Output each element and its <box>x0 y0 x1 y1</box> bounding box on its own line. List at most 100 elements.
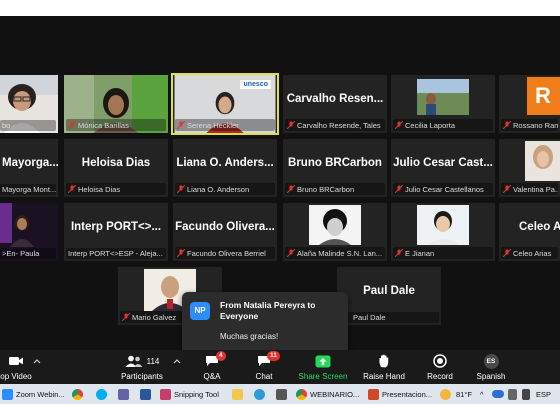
taskbar-presentation-label: Presentacion... <box>382 389 433 399</box>
muted-mic-icon <box>503 185 511 193</box>
qa-badge: 4 <box>216 351 226 361</box>
windows-taskbar: Zoom Webin... Snipping Tool WEBINARIO...… <box>0 384 560 404</box>
participant-tile[interactable]: Celeo A... Celeo Arias <box>499 203 560 261</box>
participant-tile[interactable]: >En- Paula <box>0 203 58 261</box>
record-icon <box>433 354 447 368</box>
word-icon[interactable] <box>140 387 154 401</box>
qa-label: Q&A <box>203 372 221 381</box>
record-button[interactable]: Record <box>420 353 460 381</box>
participants-count: 114 <box>146 356 160 366</box>
chrome-icon[interactable] <box>72 387 86 401</box>
muted-mic-icon <box>177 185 185 193</box>
muted-mic-icon <box>503 121 511 129</box>
language-interpretation-button[interactable]: ES Spanish <box>471 353 511 381</box>
weather-temperature: 81°F <box>456 389 472 399</box>
participants-button[interactable]: 114 Participants <box>116 353 168 381</box>
participant-tile[interactable]: Mayorga... Mayorga Mont... <box>0 139 58 197</box>
participant-name: Liana O. Anderson <box>175 183 275 195</box>
participant-tile[interactable]: Interp PORT<>... Interp PORT<>ESP - Alej… <box>64 203 168 261</box>
participant-name: Rossano Ramos <box>501 119 558 131</box>
participant-name: Bruno BRCarbon <box>285 183 385 195</box>
participant-name: Celeo Arias <box>501 247 558 259</box>
cloud-icon[interactable] <box>492 387 507 401</box>
video-options-caret[interactable] <box>32 353 42 369</box>
raise-hand-label: Raise Hand <box>363 372 405 381</box>
muted-mic-icon <box>177 121 185 129</box>
network-icon[interactable] <box>508 387 520 401</box>
participant-tile[interactable]: Alaña Malinde S.N. Lan... <box>283 203 387 261</box>
participants-options-caret[interactable] <box>172 353 182 369</box>
share-screen-icon <box>315 355 331 367</box>
taskbar-chrome-webinar[interactable]: WEBINARIO... <box>296 387 359 401</box>
participant-name: Cecilia Laporta <box>393 119 493 131</box>
participant-name: Julio Cesar Castellanos <box>393 183 493 195</box>
participants-icon <box>125 355 143 367</box>
taskbar-powerpoint[interactable]: Presentacion... <box>368 387 432 401</box>
muted-mic-icon <box>503 249 511 257</box>
system-tray-chevron-icon[interactable]: ^ <box>480 387 484 401</box>
participant-tile[interactable]: Carvalho Resen... Carvalho Resende, Tale… <box>283 75 387 133</box>
powerpoint-icon <box>368 388 379 400</box>
participant-name: Mayorga Mont... <box>0 184 56 195</box>
chat-notification[interactable]: NP From Natalia Pereyra to Everyone Much… <box>182 292 348 354</box>
teams-icon[interactable] <box>118 387 132 401</box>
chrome-icon <box>296 388 307 400</box>
participant-tile[interactable]: Valentina Pa... <box>499 139 560 197</box>
participant-tile[interactable]: Heloisa Dias Heloisa Dias <box>64 139 168 197</box>
participant-display-name: Facundo Olivera... <box>175 221 275 233</box>
participant-name: bo <box>0 120 56 131</box>
video-camera-icon <box>9 357 23 365</box>
language-label: Spanish <box>476 372 506 381</box>
chat-button[interactable]: 11 Chat <box>248 351 280 381</box>
weather-icon[interactable] <box>440 387 454 401</box>
participant-tile[interactable]: Cecilia Laporta <box>391 75 495 133</box>
muted-mic-icon <box>395 121 403 129</box>
participant-tile[interactable]: Bruno BRCarbon Bruno BRCarbon <box>283 139 387 197</box>
participant-tile[interactable]: Julio Cesar Cast... Julio Cesar Castella… <box>391 139 495 197</box>
raise-hand-icon <box>379 354 389 368</box>
share-screen-label: Share Screen <box>298 372 348 381</box>
taskbar-snipping-tool[interactable]: Snipping Tool <box>160 387 219 401</box>
participant-name: E Jianan <box>393 247 493 259</box>
muted-mic-icon <box>395 249 403 257</box>
participant-tile[interactable]: E Jianan <box>391 203 495 261</box>
zoom-app-icon <box>2 388 13 400</box>
participant-name: Facundo Olivera Berriel <box>175 247 275 259</box>
input-language[interactable]: ESP <box>536 387 551 401</box>
file-explorer-icon[interactable] <box>232 387 246 401</box>
participant-display-name: Interp PORT<>... <box>70 221 162 233</box>
taskbar-webinar-label: WEBINARIO... <box>310 389 360 399</box>
participant-name: Serena Heckler <box>175 119 275 131</box>
participant-display-name: Heloisa Dias <box>81 157 151 169</box>
participant-name: Paul Dale <box>339 312 439 323</box>
stop-video-button[interactable]: op Video <box>0 353 36 381</box>
volume-icon[interactable] <box>522 387 533 401</box>
participant-tile[interactable]: Mónica Barillas <box>64 75 168 133</box>
muted-mic-icon <box>68 185 76 193</box>
active-speaker-tile[interactable]: unesco Serena Heckler <box>171 73 279 135</box>
chevron-up-icon <box>33 359 41 364</box>
participant-tile[interactable]: bo <box>0 75 58 133</box>
raise-hand-button[interactable]: Raise Hand <box>360 353 408 381</box>
store-icon[interactable] <box>276 387 290 401</box>
participant-tile[interactable]: Facundo Olivera... Facundo Olivera Berri… <box>173 203 277 261</box>
record-label: Record <box>427 372 453 381</box>
participant-name: Heloisa Dias <box>66 183 166 195</box>
share-screen-button[interactable]: Share Screen <box>296 353 350 381</box>
skype-icon[interactable] <box>96 387 110 401</box>
participant-tile[interactable]: Paul Dale Paul Dale <box>337 267 441 325</box>
muted-mic-icon <box>287 185 295 193</box>
muted-mic-icon <box>177 249 185 257</box>
participant-tile[interactable]: R Rossano Ramos <box>499 75 560 133</box>
muted-mic-icon <box>395 185 403 193</box>
taskbar-zoom-app[interactable]: Zoom Webin... <box>2 387 65 401</box>
participant-display-name: Julio Cesar Cast... <box>393 157 493 169</box>
participant-tile[interactable]: Liana O. Anders... Liana O. Anderson <box>173 139 277 197</box>
muted-mic-icon <box>287 249 295 257</box>
taskbar-zoom-label: Zoom Webin... <box>16 389 65 399</box>
edge-icon[interactable] <box>254 387 268 401</box>
participant-display-name: Paul Dale <box>363 285 415 297</box>
qa-button[interactable]: 4 Q&A <box>196 351 228 381</box>
unesco-logo: unesco <box>240 80 271 89</box>
participant-display-name: Liana O. Anders... <box>176 157 274 169</box>
